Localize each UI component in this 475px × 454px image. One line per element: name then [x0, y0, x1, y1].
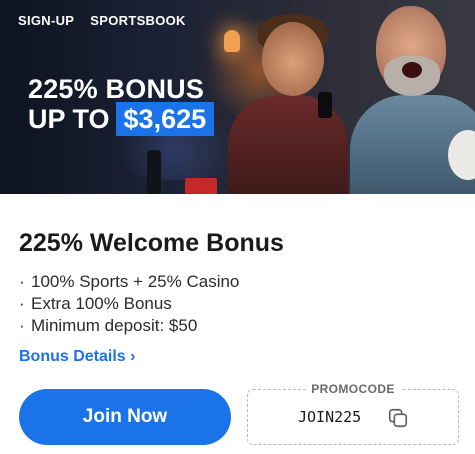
bullet-marker: ·	[19, 316, 25, 335]
copy-icon[interactable]	[387, 407, 409, 429]
phone-image	[318, 92, 332, 118]
join-now-button[interactable]: Join Now	[19, 389, 231, 445]
bonus-details-link[interactable]: Bonus Details ›	[19, 347, 135, 367]
banner-headline: 225% BONUS	[28, 74, 205, 104]
bullet-text: Minimum deposit: $50	[31, 316, 198, 335]
offer-bullet-list: · 100% Sports + 25% Casino · Extra 100% Bo…	[19, 271, 239, 337]
banner-tags: SIGN-UP SPORTSBOOK	[18, 13, 186, 29]
bullet-text: Extra 100% Bonus	[31, 294, 172, 313]
bottle-image	[147, 150, 161, 194]
banner-amount-line: UP TO $3,625	[28, 102, 215, 136]
young-fan-head	[262, 22, 324, 96]
older-fan-mouth	[402, 62, 422, 78]
offer-title: 225% Welcome Bonus	[19, 229, 284, 257]
red-cup-image	[185, 178, 217, 194]
hero-banner: SIGN-UP SPORTSBOOK 225% BONUS UP TO $3,6…	[0, 0, 475, 194]
tag-signup: SIGN-UP	[18, 13, 75, 28]
promocode-label: PROMOCODE	[305, 381, 401, 397]
bullet-marker: ·	[19, 294, 25, 313]
banner-amount-badge: $3,625	[115, 102, 215, 136]
bullet-marker: ·	[19, 272, 25, 291]
tag-sportsbook: SPORTSBOOK	[90, 13, 186, 28]
list-item: · Extra 100% Bonus	[19, 293, 239, 315]
list-item: · 100% Sports + 25% Casino	[19, 271, 239, 293]
lamp-image	[224, 30, 240, 52]
banner-up-to: UP TO	[28, 104, 110, 134]
bullet-text: 100% Sports + 25% Casino	[31, 272, 240, 291]
promocode-box: PROMOCODE JOIN225	[247, 381, 459, 445]
list-item: · Minimum deposit: $50	[19, 315, 239, 337]
promocode-value: JOIN225	[298, 408, 362, 426]
